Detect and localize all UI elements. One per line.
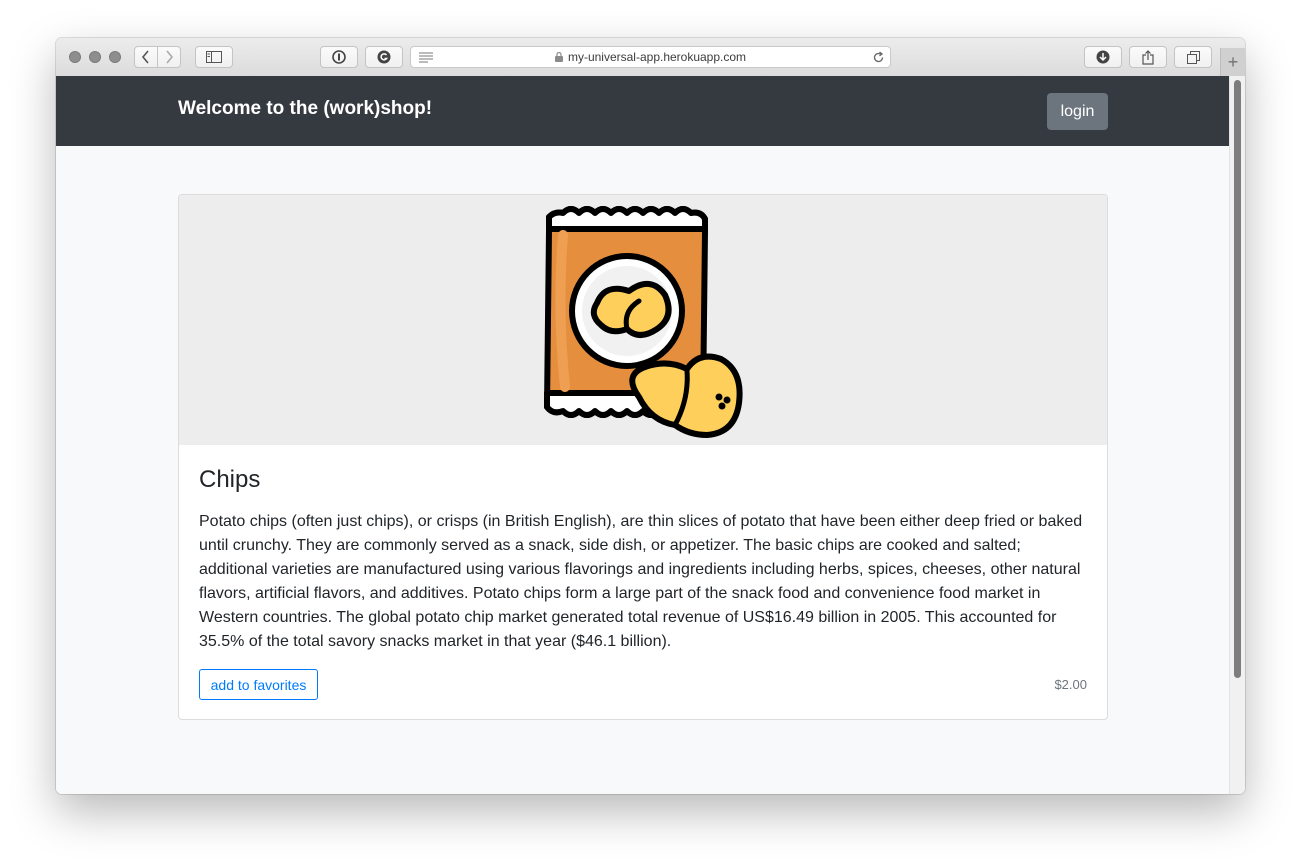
add-to-favorites-button[interactable]: add to favorites <box>199 669 318 700</box>
new-tab-button[interactable]: + <box>1220 48 1245 76</box>
download-icon <box>1096 50 1110 64</box>
chips-bag-icon <box>544 206 743 438</box>
url-text: my-universal-app.herokuapp.com <box>567 50 747 64</box>
back-button[interactable] <box>134 46 158 68</box>
tabs-overview-button[interactable] <box>1174 46 1212 68</box>
tabs-icon <box>1186 50 1200 64</box>
reload-icon[interactable] <box>872 51 885 64</box>
downloads-button[interactable] <box>1084 46 1122 68</box>
password-manager-button[interactable] <box>320 46 358 68</box>
scrollbar-thumb[interactable] <box>1234 80 1241 678</box>
product-price: $2.00 <box>1054 677 1087 692</box>
product-image <box>179 195 1107 445</box>
share-button[interactable] <box>1129 46 1167 68</box>
forward-button[interactable] <box>157 46 181 68</box>
page-viewport: Welcome to the (work)shop! login Chips P… <box>56 76 1245 794</box>
login-button[interactable]: login <box>1047 93 1108 130</box>
chevron-left-icon <box>141 50 149 64</box>
chevron-right-icon <box>166 50 174 64</box>
close-window-button[interactable] <box>69 51 81 63</box>
extension-button[interactable] <box>365 46 403 68</box>
password-manager-icon <box>332 50 346 64</box>
grammarly-icon <box>377 50 391 64</box>
product-title: Chips <box>199 466 261 493</box>
address-bar[interactable]: my-universal-app.herokuapp.com <box>410 46 891 68</box>
page-scrollbar[interactable] <box>1229 76 1245 794</box>
sidebar-icon <box>206 51 222 63</box>
sidebar-toggle-button[interactable] <box>195 46 233 68</box>
product-card: Chips Potato chips (often just chips), o… <box>178 194 1108 720</box>
browser-toolbar: my-universal-app.herokuapp.com + <box>56 38 1245 77</box>
navbar: Welcome to the (work)shop! login <box>56 76 1230 146</box>
minimize-window-button[interactable] <box>89 51 101 63</box>
navbar-brand[interactable]: Welcome to the (work)shop! <box>178 98 432 120</box>
zoom-window-button[interactable] <box>109 51 121 63</box>
share-icon <box>1142 49 1154 65</box>
browser-window: my-universal-app.herokuapp.com + Welcome… <box>56 38 1245 794</box>
lock-icon <box>554 52 563 62</box>
product-description: Potato chips (often just chips), or cris… <box>199 513 1083 650</box>
reader-icon <box>419 52 433 63</box>
